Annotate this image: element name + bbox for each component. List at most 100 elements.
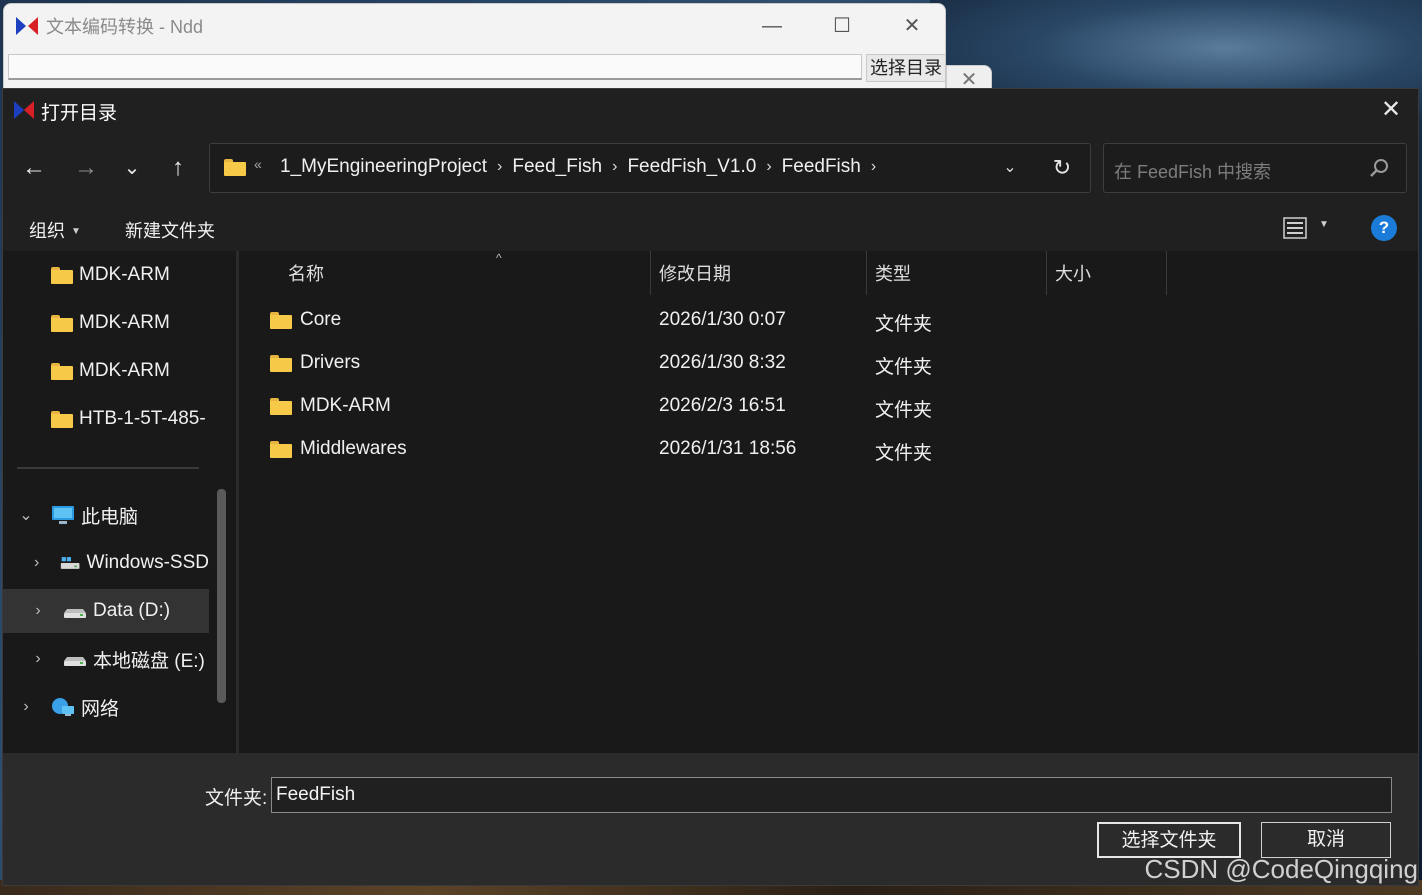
- folder-icon: [51, 410, 73, 428]
- nav-divider: [17, 467, 199, 469]
- quick-access-item[interactable]: MDK-ARM: [3, 253, 209, 297]
- caret-down-icon: ▼: [71, 226, 81, 237]
- folder-icon: [270, 397, 292, 415]
- table-row[interactable]: MDK-ARM 2026/2/3 16:51 文件夹: [242, 385, 1342, 428]
- file-type: 文件夹: [875, 357, 933, 378]
- folder-field-label: 文件夹:: [205, 788, 268, 809]
- folder-icon: [270, 311, 292, 329]
- column-header-label: 名称: [288, 264, 324, 284]
- dialog-title-bar: 打开目录 ✕: [3, 89, 1418, 131]
- file-list: 名称 ^ 修改日期 类型 大小 Core 2026/1/30 0:07 文件夹 …: [242, 251, 1418, 753]
- chevron-right-icon[interactable]: ›: [762, 158, 775, 176]
- quick-access-label: MDK-ARM: [79, 312, 170, 333]
- quick-access-label: MDK-ARM: [79, 360, 170, 381]
- collapsed-chevron-icon[interactable]: ›: [17, 698, 35, 716]
- tree-item-drive[interactable]: › Windows-SSD: [3, 541, 209, 585]
- quick-access-item[interactable]: HTB-1-5T-485-: [3, 397, 209, 441]
- file-name: Drivers: [300, 352, 361, 373]
- drive-icon: [64, 657, 86, 666]
- refresh-button[interactable]: ↻: [1048, 154, 1076, 182]
- drive-label: 本地磁盘 (E:): [93, 650, 205, 672]
- network-icon: [52, 698, 74, 716]
- quick-access-item[interactable]: MDK-ARM: [3, 301, 209, 345]
- breadcrumb-item[interactable]: FeedFish_V1.0: [621, 156, 762, 178]
- breadcrumb: 1_MyEngineeringProject › Feed_Fish › Fee…: [274, 156, 880, 178]
- chevron-right-icon[interactable]: ›: [493, 158, 506, 176]
- folder-icon: [51, 362, 73, 380]
- forward-button[interactable]: →: [69, 151, 103, 185]
- drive-icon: [64, 609, 86, 618]
- select-folder-button[interactable]: 选择文件夹: [1097, 822, 1241, 858]
- address-bar[interactable]: « 1_MyEngineeringProject › Feed_Fish › F…: [209, 143, 1091, 193]
- sort-ascending-icon: ^: [496, 251, 502, 265]
- collapsed-chevron-icon[interactable]: ›: [29, 554, 44, 572]
- folder-icon: [51, 266, 73, 284]
- folder-icon: [270, 354, 292, 372]
- view-options-icon[interactable]: [1283, 217, 1307, 239]
- address-history-dropdown[interactable]: ⌄: [998, 156, 1022, 180]
- table-row[interactable]: Drivers 2026/1/30 8:32 文件夹: [242, 342, 1342, 385]
- table-row[interactable]: Core 2026/1/30 0:07 文件夹: [242, 299, 1342, 342]
- tree-item-drive[interactable]: › Data (D:): [3, 589, 209, 633]
- command-bar: 组织 ▼ 新建文件夹 ▼ ?: [3, 205, 1418, 251]
- ndd-path-input[interactable]: [8, 54, 862, 80]
- ndd-title-bar: 文本编码转换 - Ndd: [16, 14, 203, 38]
- search-input[interactable]: 在 FeedFish 中搜索: [1114, 158, 1271, 184]
- drive-label: Windows-SSD: [86, 552, 209, 573]
- tree-item-this-pc[interactable]: ⌄ 此电脑: [3, 493, 209, 537]
- dialog-close-button[interactable]: ✕: [1376, 95, 1406, 125]
- column-header-type[interactable]: 类型: [867, 251, 1047, 295]
- ndd-select-directory-button[interactable]: 选择目录: [866, 54, 946, 82]
- file-name-cell: Middlewares: [270, 438, 407, 460]
- ndd-close-button[interactable]: ✕: [898, 12, 926, 40]
- file-date: 2026/1/30 0:07: [659, 309, 786, 330]
- ndd-window-title: 文本编码转换 - Ndd: [46, 17, 204, 37]
- file-date: 2026/1/30 8:32: [659, 352, 786, 373]
- breadcrumb-item[interactable]: 1_MyEngineeringProject: [274, 156, 493, 178]
- breadcrumb-item[interactable]: FeedFish: [776, 156, 867, 178]
- collapsed-chevron-icon[interactable]: ›: [29, 602, 47, 620]
- minimize-button[interactable]: —: [758, 12, 786, 40]
- help-button[interactable]: ?: [1371, 215, 1397, 241]
- recent-locations-button[interactable]: ⌄: [115, 151, 149, 185]
- tree-item-drive[interactable]: › 本地磁盘 (E:): [3, 637, 209, 681]
- dialog-title: 打开目录: [41, 103, 118, 124]
- organize-menu[interactable]: 组织 ▼: [29, 217, 81, 243]
- file-name-cell: Core: [270, 309, 341, 331]
- navigation-pane: MDK-ARM MDK-ARM MDK-ARM HTB-1-5T-485- ⌄ …: [3, 251, 239, 753]
- this-pc-label: 此电脑: [81, 506, 139, 528]
- column-header-name[interactable]: 名称 ^: [280, 251, 651, 295]
- file-type: 文件夹: [875, 443, 933, 464]
- search-icon[interactable]: [1368, 157, 1390, 179]
- file-name: Core: [300, 309, 342, 330]
- ndd-window: 文本编码转换 - Ndd — ☐ ✕ 选择目录: [3, 3, 946, 93]
- column-header-date[interactable]: 修改日期: [651, 251, 867, 295]
- nav-pane-scrollbar[interactable]: [217, 489, 226, 703]
- tree-item-network[interactable]: › 网络: [3, 685, 209, 729]
- breadcrumb-overflow[interactable]: «: [254, 156, 262, 172]
- new-folder-button[interactable]: 新建文件夹: [125, 217, 215, 243]
- maximize-button[interactable]: ☐: [828, 12, 856, 40]
- file-type: 文件夹: [875, 400, 933, 421]
- back-button[interactable]: ←: [17, 151, 51, 185]
- column-header-size[interactable]: 大小: [1047, 251, 1167, 295]
- folder-name-field[interactable]: [271, 777, 1392, 813]
- caret-down-icon[interactable]: ▼: [1319, 219, 1329, 230]
- collapsed-chevron-icon[interactable]: ›: [29, 650, 47, 668]
- table-row[interactable]: Middlewares 2026/1/31 18:56 文件夹: [242, 428, 1342, 471]
- windows-drive-icon: [61, 557, 80, 569]
- folder-icon: [51, 314, 73, 332]
- quick-access-label: MDK-ARM: [79, 264, 170, 285]
- chevron-right-icon[interactable]: ›: [867, 158, 880, 176]
- folder-icon: [224, 159, 246, 176]
- cancel-button[interactable]: 取消: [1261, 822, 1391, 858]
- search-box[interactable]: 在 FeedFish 中搜索: [1103, 143, 1407, 193]
- quick-access-item[interactable]: MDK-ARM: [3, 349, 209, 393]
- up-button[interactable]: ↑: [161, 151, 195, 185]
- chevron-right-icon[interactable]: ›: [608, 158, 621, 176]
- breadcrumb-item[interactable]: Feed_Fish: [506, 156, 608, 178]
- file-date: 2026/1/31 18:56: [659, 438, 797, 459]
- network-label: 网络: [81, 698, 120, 720]
- expand-chevron-icon[interactable]: ⌄: [17, 505, 35, 525]
- file-name-cell: Drivers: [270, 352, 360, 374]
